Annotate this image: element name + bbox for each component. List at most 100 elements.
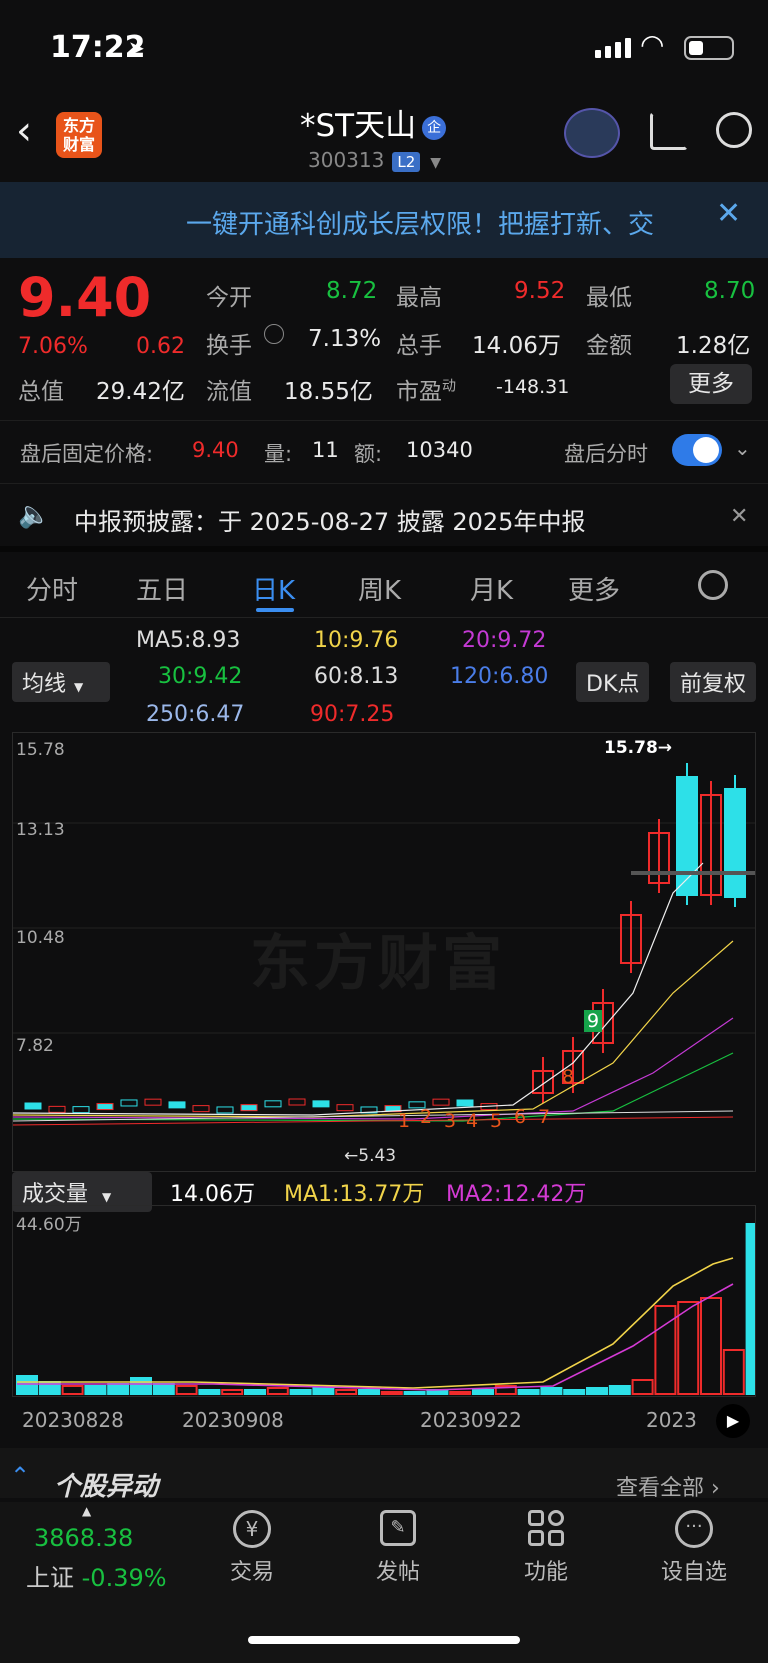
- yen-icon: ¥: [233, 1510, 271, 1548]
- last-price: 9.40: [18, 266, 152, 329]
- signal-count-1: 1: [398, 1110, 411, 1132]
- promo-banner[interactable]: 一键开通科创成长层权限！把握打新、交 ✕: [0, 182, 768, 258]
- candle-body: [676, 776, 698, 896]
- home-indicator: [248, 1636, 520, 1644]
- volume-bar: [266, 1387, 289, 1395]
- grid-icon: [528, 1510, 564, 1546]
- candle-body: [724, 788, 746, 898]
- nav-watchlist[interactable]: ··· 设自选: [654, 1510, 734, 1586]
- wifi-icon: ◠: [640, 28, 665, 61]
- candle-body: [432, 1098, 450, 1106]
- volume-bar: [540, 1387, 563, 1395]
- low-annotation: ←5.43: [344, 1146, 397, 1166]
- close-icon[interactable]: ✕: [716, 196, 741, 231]
- candle-body: [192, 1105, 210, 1113]
- settings-icon[interactable]: [698, 570, 728, 600]
- signal-count-8: 8: [562, 1066, 575, 1088]
- tab-more[interactable]: 更多: [568, 570, 620, 607]
- stock-title: *ST天山企: [300, 100, 447, 145]
- scroll-right-button[interactable]: ▶: [716, 1404, 750, 1438]
- date-label-3: 20230922: [420, 1408, 522, 1432]
- level2-badge: L2: [392, 152, 421, 172]
- candle-body: [288, 1098, 306, 1106]
- after-hours-label: 盘后固定价格:: [20, 442, 154, 466]
- candle-body: [168, 1101, 186, 1109]
- alert-title: 个股异动: [54, 1472, 159, 1502]
- cellular-signal-icon: [595, 38, 631, 58]
- nav-post[interactable]: ✎ 发帖: [358, 1510, 438, 1586]
- low-label: 最低: [586, 285, 632, 311]
- candle-body: [216, 1106, 234, 1114]
- more-button[interactable]: 更多: [670, 364, 752, 404]
- index-summary[interactable]: 上证 -0.39%: [26, 1558, 167, 1593]
- float-label: 流值: [206, 379, 252, 405]
- share-icon[interactable]: [650, 112, 688, 150]
- view-all-link[interactable]: 查看全部 ›: [616, 1470, 720, 1502]
- ma250-value: 250:6.47: [146, 702, 245, 727]
- volume-bar: [449, 1391, 472, 1395]
- after-hours-vol-label: 量:: [264, 442, 293, 466]
- ma-selector[interactable]: 均线 ▼: [12, 662, 110, 702]
- adjust-button[interactable]: 前复权: [670, 662, 757, 702]
- turnover-value: 7.13%: [308, 326, 382, 352]
- app-logo: 东方 财富: [56, 112, 102, 158]
- robot-avatar-icon[interactable]: [564, 108, 620, 158]
- tab-monthly-k[interactable]: 月K: [470, 570, 513, 607]
- low-value: 8.70: [704, 278, 756, 304]
- tab-weekly-k[interactable]: 周K: [358, 570, 401, 607]
- after-hours-toggle[interactable]: [672, 434, 722, 466]
- volume-bar: [700, 1297, 722, 1395]
- amount-value: 1.28亿: [676, 333, 751, 359]
- signal-count-9: 9: [584, 1010, 603, 1032]
- stock-code[interactable]: 300313 L2 ▼: [308, 148, 441, 172]
- volume-label: 总手: [396, 333, 442, 359]
- y-tick-3: 10.48: [16, 928, 65, 948]
- ma90-value: 90:7.25: [310, 702, 395, 727]
- tab-five-day[interactable]: 五日: [136, 570, 188, 607]
- volume-chart[interactable]: [12, 1205, 768, 1397]
- ma90-line: [12, 1116, 734, 1126]
- info-icon[interactable]: [264, 324, 284, 344]
- volume-bar: [358, 1389, 380, 1395]
- amount-label: 金额: [586, 333, 632, 359]
- candle-body: [96, 1103, 114, 1111]
- volume-bar: [221, 1389, 244, 1395]
- volume-ma2-line: [17, 1283, 734, 1391]
- back-button[interactable]: ‹: [16, 108, 32, 154]
- change-amount: 0.62: [136, 334, 185, 359]
- high-value: 9.52: [514, 278, 566, 304]
- ma120-value: 120:6.80: [450, 664, 549, 689]
- signal-count-4: 4: [466, 1110, 479, 1132]
- volume-max-label: 44.60万: [16, 1215, 82, 1235]
- close-icon[interactable]: ✕: [730, 504, 748, 529]
- dk-point-button[interactable]: DK点: [576, 662, 650, 702]
- mcap-label: 总值: [18, 379, 64, 405]
- chevron-down-icon[interactable]: ⌄: [734, 436, 751, 460]
- volume-bar: [517, 1389, 540, 1395]
- after-hours-amt: 10340: [406, 438, 473, 462]
- nav-functions[interactable]: 功能: [506, 1510, 586, 1586]
- high-label: 最高: [396, 285, 442, 311]
- candle-body: [144, 1098, 162, 1106]
- volume-ma2: MA2:12.42万: [446, 1182, 587, 1207]
- search-icon[interactable]: [716, 112, 752, 148]
- speaker-icon: 🔈: [18, 500, 51, 530]
- signal-count-3: 3: [444, 1110, 457, 1132]
- ma20-value: 20:9.72: [462, 628, 547, 653]
- volume-bar: [107, 1383, 130, 1395]
- nav-trade[interactable]: ¥ 交易: [212, 1510, 292, 1586]
- y-tick-2: 13.13: [16, 820, 65, 840]
- after-hours-toggle-label: 盘后分时: [564, 442, 648, 466]
- chevron-up-icon[interactable]: ⌃: [10, 1462, 30, 1490]
- volume-bar: [61, 1385, 84, 1395]
- date-label-1: 20230828: [22, 1408, 124, 1432]
- volume-bar: [631, 1379, 654, 1395]
- index-value[interactable]: 3868.38: [34, 1524, 133, 1552]
- ma5-value: MA5:8.93: [136, 628, 241, 653]
- tab-daily-k[interactable]: 日K: [252, 570, 295, 607]
- volume-bar: [677, 1301, 700, 1395]
- tab-intraday[interactable]: 分时: [26, 570, 78, 607]
- turnover-label: 换手: [206, 333, 252, 359]
- candle-body: [240, 1104, 258, 1112]
- y-tick-1: 15.78: [16, 740, 65, 760]
